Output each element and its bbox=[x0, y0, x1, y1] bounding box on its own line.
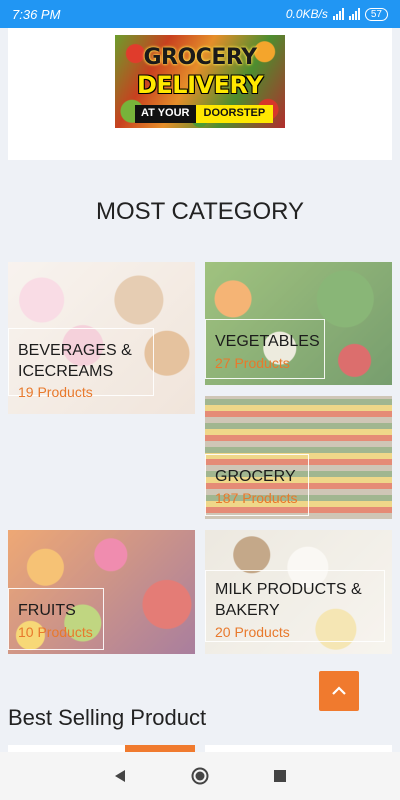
grocery-delivery-banner[interactable]: GROCERY DELIVERY AT YOUR DOORSTEP bbox=[115, 35, 285, 128]
category-tile-milk-bakery[interactable]: MILK PRODUCTS & BAKERY 20 Products bbox=[205, 530, 392, 654]
back-triangle-icon bbox=[115, 770, 125, 782]
category-name: FRUITS bbox=[18, 602, 76, 619]
category-tile-fruits[interactable]: FRUITS 10 Products bbox=[8, 530, 195, 654]
signal-icon bbox=[332, 8, 344, 20]
category-count: 187 Products bbox=[215, 490, 298, 506]
banner-line1: GROCERY bbox=[143, 45, 257, 70]
category-tile-vegetables[interactable]: VEGETABLES 27 Products bbox=[205, 262, 392, 385]
network-speed: 0.0KB/s bbox=[285, 7, 328, 21]
category-count: 27 Products bbox=[215, 355, 290, 371]
nav-recents-button[interactable] bbox=[268, 764, 292, 788]
category-name: GROCERY bbox=[215, 468, 296, 485]
nav-home-button[interactable] bbox=[188, 764, 212, 788]
signal-icon bbox=[348, 8, 360, 20]
category-tile-beverages[interactable]: BEVERAGES & ICECREAMS 19 Products bbox=[8, 262, 195, 414]
banner-tagline: AT YOUR DOORSTEP bbox=[135, 105, 274, 123]
category-count: 19 Products bbox=[18, 384, 93, 400]
category-name: MILK PRODUCTS & BAKERY bbox=[215, 581, 362, 619]
section-title: MOST CATEGORY bbox=[95, 198, 305, 225]
category-name: VEGETABLES bbox=[215, 333, 320, 350]
status-right: 0.0KB/s 57 bbox=[286, 7, 388, 21]
banner-tag2: DOORSTEP bbox=[195, 105, 274, 123]
banner-line2: DELIVERY bbox=[136, 71, 264, 99]
best-selling-title: Best Selling Product bbox=[8, 705, 207, 730]
nav-back-button[interactable] bbox=[108, 764, 132, 788]
chevron-up-icon bbox=[332, 686, 346, 695]
recents-square-icon bbox=[274, 770, 286, 782]
status-bar: 7:36 PM 0.0KB/s 57 bbox=[0, 0, 400, 28]
scroll-to-top-button[interactable] bbox=[319, 671, 359, 711]
banner-tag1: AT YOUR bbox=[135, 105, 196, 123]
status-time: 7:36 PM bbox=[12, 6, 61, 22]
system-nav-bar bbox=[0, 752, 400, 800]
category-count: 20 Products bbox=[215, 624, 290, 640]
battery-icon: 57 bbox=[364, 7, 388, 21]
category-tile-grocery[interactable]: GROCERY 187 Products bbox=[205, 396, 392, 519]
category-count: 10 Products bbox=[18, 624, 93, 640]
category-name: BEVERAGES & ICECREAMS bbox=[18, 342, 132, 380]
banner-card: GROCERY DELIVERY AT YOUR DOORSTEP bbox=[8, 28, 392, 160]
home-circle-icon bbox=[191, 767, 209, 785]
